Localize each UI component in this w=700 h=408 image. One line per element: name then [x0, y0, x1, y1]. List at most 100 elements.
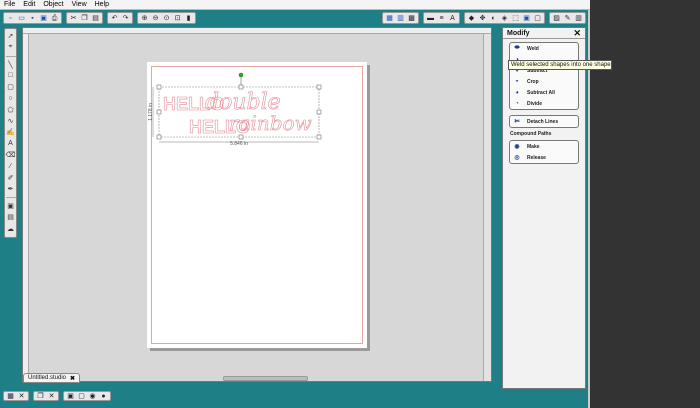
library-icon[interactable]: ▣ [6, 201, 16, 211]
release-compound-button[interactable]: ◎ Release [510, 152, 578, 163]
grid-icon[interactable]: ▦ [385, 14, 394, 23]
select-icon[interactable]: ➚ [6, 31, 16, 41]
resize-handle-br[interactable] [316, 134, 322, 140]
modify-panel: Modify ✕ ⬬Weld ◑ ◒Subtract ◓Crop ◕Subtra… [502, 27, 586, 389]
copy-icon[interactable]: ❐ [80, 14, 89, 23]
pattern-icon[interactable]: ◈ [500, 14, 509, 23]
design-canvas[interactable]: 5.846 in 1.178 in HELLO double HELLO rai… [22, 27, 492, 382]
resize-handle-tr[interactable] [316, 84, 322, 90]
redo-icon[interactable]: ↷ [121, 14, 130, 23]
crop-button[interactable]: ◓ Crop [510, 76, 578, 87]
offset-icon[interactable]: ▬ [426, 14, 435, 23]
drag-icon[interactable]: ▮ [184, 14, 193, 23]
resize-handle-t[interactable] [238, 84, 244, 90]
menu-view[interactable]: View [72, 1, 87, 8]
resize-handle-bl[interactable] [156, 134, 162, 140]
make-compound-button[interactable]: ◉ Make [510, 141, 578, 152]
subtract-all-button[interactable]: ◕ Subtract All [510, 87, 578, 98]
history-tools: ↶ ↷ [107, 12, 133, 24]
zoom-select-icon[interactable]: ⊙ [162, 14, 171, 23]
gradient-icon[interactable]: ◐ [489, 14, 498, 23]
panel-header: Modify ✕ [503, 28, 585, 39]
eyedropper-icon[interactable]: ✐ [6, 173, 16, 183]
weld-button[interactable]: ⬬ Weld [510, 43, 578, 54]
freehand-icon[interactable]: ✍ [6, 127, 16, 137]
align-icon[interactable]: ▥ [396, 14, 405, 23]
menu-help[interactable]: Help [95, 1, 109, 8]
resize-handle-l[interactable] [156, 109, 162, 115]
make-compound-icon: ◉ [514, 144, 520, 150]
resize-handle-r[interactable] [316, 109, 322, 115]
horizontal-scrollbar[interactable] [223, 376, 308, 381]
group-icon[interactable]: ▣ [66, 392, 75, 401]
release-icon[interactable]: ● [99, 392, 108, 401]
text-icon[interactable]: A [6, 139, 16, 149]
eraser-icon[interactable]: ⌫ [6, 150, 16, 160]
resize-handle-tl[interactable] [156, 84, 162, 90]
design-page[interactable]: 5.846 in 1.178 in HELLO double HELLO rai… [147, 62, 367, 348]
zoom-fit-icon[interactable]: ⊡ [173, 14, 182, 23]
deselect-icon[interactable]: ✕ [17, 392, 26, 401]
knife-icon[interactable]: ∕ [6, 161, 16, 171]
fill-color-icon[interactable]: ✥ [478, 14, 487, 23]
print-icon[interactable]: ⎙ [50, 14, 59, 23]
menu-object[interactable]: Object [43, 1, 63, 8]
polygon-icon[interactable]: ⬠ [6, 105, 16, 115]
cloud-icon[interactable]: ☁ [6, 224, 16, 234]
text-style-icon[interactable]: A [448, 14, 457, 23]
new-icon[interactable]: ▫ [6, 14, 15, 23]
paint-icon[interactable]: ✒ [6, 184, 16, 194]
app-window: File Edit Object View Help ▫ ▭ ▪ ▣ ⎙ ✂ ❐… [0, 0, 590, 408]
document-tab[interactable]: Untitled.studio ✖ [23, 373, 81, 383]
compound-icon[interactable]: ◉ [88, 392, 97, 401]
detach-lines-button[interactable]: ✄ Detach Lines [510, 116, 578, 127]
send-icon[interactable]: ▨ [552, 14, 561, 23]
design-artwork[interactable]: 5.846 in 1.178 in HELLO double HELLO rai… [147, 62, 367, 162]
divide-button[interactable]: ◔ Divide [510, 98, 578, 109]
zoom-in-icon[interactable]: ⊕ [140, 14, 149, 23]
close-icon[interactable]: ✖ [70, 375, 75, 382]
undo-icon[interactable]: ↶ [110, 14, 119, 23]
drawing-tools: ➚ ⌖ ╲ □ ▢ ○ ⬠ ∿ ✍ A ⌫ ∕ ✐ ✒ ▣ ▤ ☁ [4, 28, 17, 238]
paste-icon[interactable]: ▤ [91, 14, 100, 23]
select-all-icon[interactable]: ▦ [6, 392, 15, 401]
divide-label: Divide [527, 100, 543, 107]
replicate-icon[interactable]: ▩ [407, 14, 416, 23]
open-icon[interactable]: ▭ [17, 14, 26, 23]
transform-icon[interactable]: ⬚ [511, 14, 520, 23]
menu-file[interactable]: File [4, 1, 15, 8]
tool-separator [5, 54, 16, 57]
zoom-out-icon[interactable]: ⊖ [151, 14, 160, 23]
rotate-handle[interactable] [238, 72, 244, 78]
edit-points-icon[interactable]: ⌖ [6, 42, 16, 52]
line-style-icon[interactable]: ◆ [467, 14, 476, 23]
save-icon[interactable]: ▪ [28, 14, 37, 23]
make-label: Make [527, 143, 540, 150]
menu-edit[interactable]: Edit [23, 1, 35, 8]
horizontal-ruler [23, 28, 491, 34]
store-icon[interactable]: ▤ [6, 212, 16, 222]
modify-icon[interactable]: ▣ [522, 14, 531, 23]
delete-icon[interactable]: ✕ [47, 392, 56, 401]
tool-separator [5, 195, 16, 199]
cut-icon[interactable]: ✂ [69, 14, 78, 23]
panel-tools-b: ▬ ≡ A [423, 12, 460, 24]
weld-tooltip: Weld selected shapes into one shape [508, 60, 612, 70]
library-icon[interactable]: ▥ [574, 14, 583, 23]
close-icon[interactable]: ✕ [573, 28, 581, 39]
design-page-icon[interactable]: ▢ [533, 14, 542, 23]
rounded-rectangle-icon[interactable]: ▢ [6, 82, 16, 92]
height-dimension: 1.178 in [148, 103, 154, 121]
store-icon[interactable]: ✎ [563, 14, 572, 23]
ellipse-icon[interactable]: ○ [6, 93, 16, 103]
vertical-scrollbar[interactable] [483, 34, 491, 381]
save-as-icon[interactable]: ▣ [39, 14, 48, 23]
width-dimension: 5.846 in [230, 141, 248, 147]
rectangle-icon[interactable]: □ [6, 71, 16, 81]
line-icon[interactable]: ╲ [6, 60, 16, 70]
curve-icon[interactable]: ∿ [6, 116, 16, 126]
trace-icon[interactable]: ≡ [437, 14, 446, 23]
panel-tools-c: ◆ ✥ ◐ ◈ ⬚ ▣ ▢ [464, 12, 545, 24]
ungroup-icon[interactable]: ▢ [77, 392, 86, 401]
duplicate-icon[interactable]: ❐ [36, 392, 45, 401]
